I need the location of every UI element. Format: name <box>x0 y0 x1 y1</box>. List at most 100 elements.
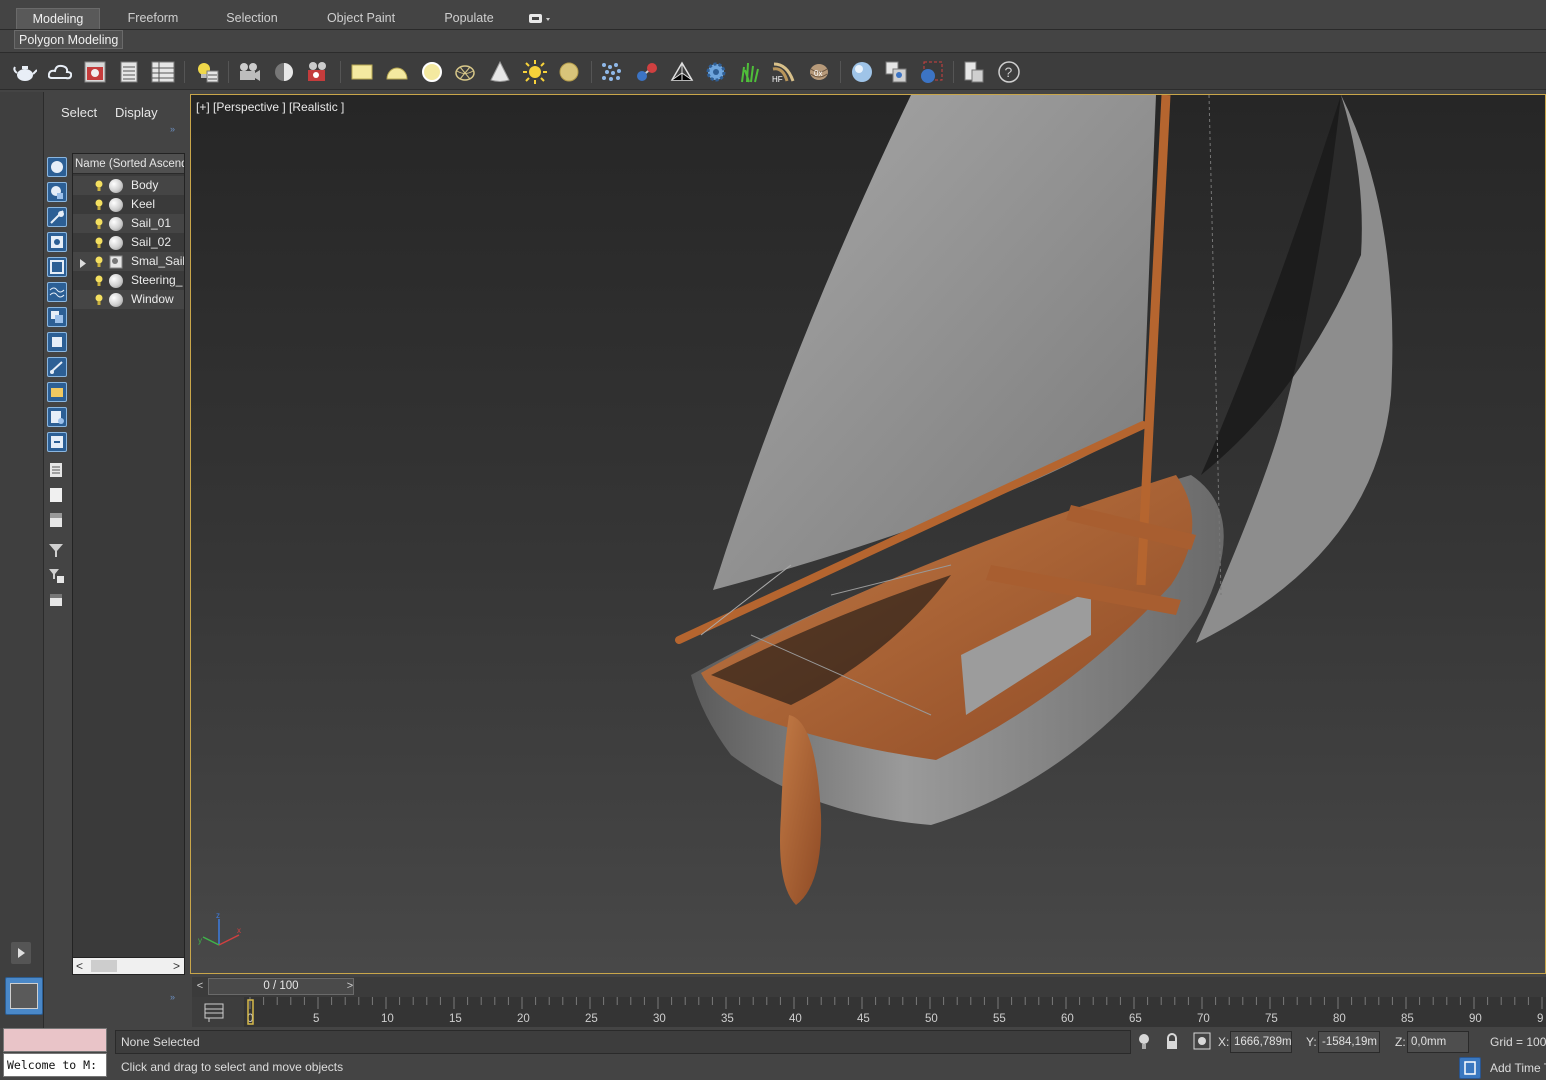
lock-icon[interactable] <box>1165 1033 1179 1051</box>
hair-icon[interactable]: HF <box>771 59 797 85</box>
camera-icon[interactable] <box>236 59 262 85</box>
display-frozen-icon[interactable] <box>47 432 67 452</box>
teapot-icon[interactable] <box>12 59 38 85</box>
display-invert-icon[interactable] <box>47 511 67 531</box>
z-coordinate-field[interactable]: 0,0mm <box>1407 1031 1469 1053</box>
cloth-icon[interactable]: 0x <box>806 59 832 85</box>
display-xrefs-icon[interactable] <box>47 357 67 377</box>
display-cameras-icon[interactable] <box>47 257 67 277</box>
help-icon[interactable]: ? <box>996 59 1022 85</box>
sphere-icon[interactable] <box>109 236 123 250</box>
time-slider[interactable]: < 0 / 100 > <box>192 977 1546 997</box>
ribbon-panel-polygon-modeling[interactable]: Polygon Modeling <box>14 30 124 49</box>
render-frame-icon[interactable] <box>82 59 108 85</box>
column-header-name[interactable]: Name (Sorted Ascending) <box>73 154 184 174</box>
sphere-icon[interactable] <box>419 59 445 85</box>
maxscript-input[interactable] <box>3 1028 107 1052</box>
display-groups-icon[interactable] <box>47 332 67 352</box>
timeline-ruler[interactable]: 0 5 10 15 20 25 30 35 40 45 50 55 60 65 70 75 80 85 90 9 <box>244 997 1546 1027</box>
cloud-icon[interactable] <box>47 59 73 85</box>
molecule-icon[interactable] <box>634 59 660 85</box>
list-item[interactable]: Body <box>73 176 184 195</box>
perspective-viewport[interactable]: [+] [Perspective ] [Realistic ] z y x <box>190 94 1546 974</box>
list-item[interactable]: Smal_Sail_ <box>73 252 184 271</box>
display-none-icon[interactable] <box>47 157 67 177</box>
light-bulb-icon[interactable] <box>95 198 103 210</box>
render-view-icon[interactable] <box>918 59 944 85</box>
explorer-menu-select[interactable]: Select <box>61 105 97 120</box>
tab-object-paint[interactable]: Object Paint <box>318 8 404 29</box>
scroll-left-icon[interactable]: < <box>76 959 83 973</box>
gear-icon[interactable] <box>703 59 729 85</box>
curve-editor-icon[interactable] <box>204 1002 224 1022</box>
light-lister-icon[interactable] <box>194 59 220 85</box>
absolute-mode-icon[interactable] <box>1193 1032 1211 1050</box>
grass-icon[interactable] <box>737 59 763 85</box>
sphere-icon[interactable] <box>109 274 123 288</box>
scroll-right-icon[interactable]: > <box>173 959 180 973</box>
display-spacewarps-icon[interactable] <box>47 307 67 327</box>
disc-icon[interactable] <box>556 59 582 85</box>
group-icon[interactable] <box>109 255 123 269</box>
pyramid-icon[interactable] <box>669 59 695 85</box>
hierarchy-toggle-icon[interactable] <box>47 591 67 611</box>
teapot-wire-icon[interactable] <box>452 59 478 85</box>
light-bulb-icon[interactable] <box>95 217 103 229</box>
plane-icon[interactable] <box>349 59 375 85</box>
filter-settings-icon[interactable] <box>47 566 67 586</box>
sphere-icon[interactable] <box>109 293 123 307</box>
add-time-tag-button[interactable]: Add Time T <box>1490 1061 1546 1075</box>
display-geometry-icon[interactable] <box>47 182 67 202</box>
explorer-collapse-icon[interactable]: » <box>170 992 175 1002</box>
sphere-icon[interactable] <box>109 198 123 212</box>
list-item[interactable]: Window <box>73 290 184 309</box>
display-shapes-icon[interactable] <box>47 207 67 227</box>
clipboard-icon[interactable] <box>961 59 987 85</box>
next-frame-button[interactable]: > <box>342 978 358 995</box>
scene-object-list[interactable]: Name (Sorted Ascending) Body Keel Sail_0… <box>72 153 185 975</box>
tab-modeling[interactable]: Modeling <box>16 8 100 29</box>
list-item[interactable]: Steering_ <box>73 271 184 290</box>
render-icon[interactable] <box>305 59 331 85</box>
tab-freeform[interactable]: Freeform <box>118 8 188 29</box>
display-all-icon[interactable] <box>47 461 67 481</box>
light-bulb-icon[interactable] <box>95 255 103 267</box>
particle-icon[interactable] <box>599 59 625 85</box>
sphere-icon[interactable] <box>109 179 123 193</box>
list-item[interactable]: Keel <box>73 195 184 214</box>
display-containers-icon[interactable] <box>47 407 67 427</box>
tab-selection[interactable]: Selection <box>216 8 288 29</box>
cone-icon[interactable] <box>487 59 513 85</box>
light-bulb-icon[interactable] <box>95 236 103 248</box>
explorer-more-icon[interactable]: » <box>170 124 182 134</box>
display-helpers-icon[interactable] <box>47 282 67 302</box>
maxscript-output[interactable]: Welcome to M: <box>3 1053 107 1077</box>
previous-frame-button[interactable]: < <box>192 978 208 995</box>
list-item[interactable]: Sail_01 <box>73 214 184 233</box>
material-editor-icon[interactable] <box>116 59 142 85</box>
viewport-layout-button[interactable] <box>5 977 43 1015</box>
display-bones-icon[interactable] <box>47 382 67 402</box>
globe-icon[interactable] <box>849 59 875 85</box>
time-tag-icon[interactable] <box>1459 1057 1481 1079</box>
expand-arrow-icon[interactable] <box>11 942 31 964</box>
render-setup-icon[interactable] <box>150 59 176 85</box>
scrollbar-thumb[interactable] <box>91 960 117 972</box>
dome-icon[interactable] <box>384 59 410 85</box>
x-coordinate-field[interactable]: 1666,789m <box>1230 1031 1292 1053</box>
time-slider-thumb[interactable]: 0 / 100 <box>208 978 354 995</box>
light-bulb-icon[interactable] <box>95 179 103 191</box>
isolate-selection-icon[interactable] <box>1137 1033 1151 1051</box>
explorer-menu-display[interactable]: Display <box>115 105 158 120</box>
light-bulb-icon[interactable] <box>95 293 103 305</box>
horizontal-scrollbar[interactable]: < > <box>73 957 184 974</box>
display-lights-icon[interactable] <box>47 232 67 252</box>
tab-populate[interactable]: Populate <box>436 8 502 29</box>
filter-icon[interactable] <box>47 541 67 561</box>
maxscript-listener[interactable]: Welcome to M: <box>3 1028 107 1078</box>
ribbon-options-icon[interactable] <box>528 13 552 25</box>
sphere-icon[interactable] <box>109 217 123 231</box>
sailboat-model[interactable] <box>191 95 1546 974</box>
display-none-list-icon[interactable] <box>47 486 67 506</box>
y-coordinate-field[interactable]: -1584,19m <box>1318 1031 1380 1053</box>
